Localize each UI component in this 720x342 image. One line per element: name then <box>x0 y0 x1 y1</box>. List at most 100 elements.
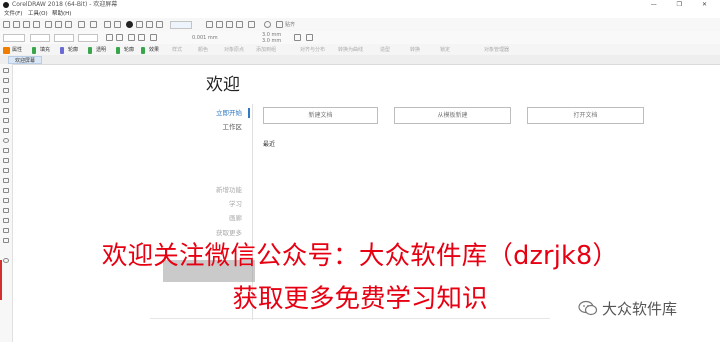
landscape-icon[interactable] <box>116 34 123 41</box>
cut-icon[interactable] <box>45 21 52 28</box>
rectangle-tool-icon[interactable] <box>3 128 9 133</box>
fullscreen-icon[interactable] <box>136 21 143 28</box>
nav-whats-new[interactable]: 新增功能 <box>172 186 242 194</box>
print-icon[interactable] <box>33 21 40 28</box>
active-indicator <box>248 108 250 118</box>
text-tool-icon[interactable] <box>3 158 9 163</box>
tb3-item-5[interactable]: 效果 <box>149 47 159 54</box>
portrait-icon[interactable] <box>106 34 113 41</box>
crop-tool-icon[interactable] <box>3 88 9 93</box>
new-icon[interactable] <box>3 21 10 28</box>
table-icon[interactable] <box>248 21 255 28</box>
polygon-tool-icon[interactable] <box>3 148 9 153</box>
tb3-grey-1: 颜色 <box>198 47 209 53</box>
export-icon[interactable] <box>114 21 121 28</box>
launch-icon[interactable] <box>276 21 283 28</box>
page-frame-icon[interactable] <box>294 34 301 41</box>
menu-file[interactable]: 文件(F) <box>4 10 22 18</box>
recent-heading: 最近 <box>263 141 276 148</box>
outline2-icon[interactable] <box>116 47 120 54</box>
zoom-dropdown-icon[interactable] <box>195 21 202 28</box>
snap-label[interactable]: 贴齐 <box>285 22 295 29</box>
ellipse-tool-icon[interactable] <box>3 138 9 143</box>
save-icon[interactable] <box>23 21 30 28</box>
gear-icon[interactable] <box>264 21 271 28</box>
all-pages-icon[interactable] <box>128 34 135 41</box>
zoom-level-field[interactable] <box>170 21 192 29</box>
nudge-value[interactable]: 0.001 mm <box>192 35 218 42</box>
transparency-icon[interactable] <box>88 47 92 54</box>
nav-workspace[interactable]: 工作区 <box>172 123 243 131</box>
y-field[interactable] <box>54 34 74 42</box>
tb3-item-2[interactable]: 轮廓 <box>68 47 78 54</box>
properties-icon[interactable] <box>3 47 10 54</box>
effects-icon[interactable] <box>141 47 145 54</box>
smart-fill-icon[interactable] <box>3 228 9 233</box>
paper-size-dropdown[interactable] <box>3 34 25 42</box>
tb3-grey-4: 对齐与分布 <box>300 47 326 53</box>
wechat-icon <box>578 300 598 316</box>
nav-get-started[interactable]: 立即开始 <box>172 109 242 117</box>
undo-icon[interactable] <box>78 21 85 28</box>
dynamic-guides-icon[interactable] <box>226 21 233 28</box>
shape-tool-icon[interactable] <box>3 78 9 83</box>
tab-welcome-screen[interactable]: 欢迎屏幕 <box>8 56 43 64</box>
tb3-grey-9: 对象管理器 <box>484 47 510 53</box>
import-icon[interactable] <box>104 21 111 28</box>
paste-icon[interactable] <box>65 21 72 28</box>
snap-icon[interactable] <box>216 21 223 28</box>
window-controls[interactable]: — ❐ ✕ <box>651 0 716 10</box>
open-icon[interactable] <box>13 21 20 28</box>
tb3-grey-8: 锁定 <box>440 47 451 53</box>
document-tab-bar: 欢迎屏幕 <box>0 55 720 65</box>
tb3-grey-2: 对象原点 <box>224 47 245 53</box>
rulers-icon[interactable] <box>156 21 163 28</box>
fill-icon[interactable] <box>32 47 36 54</box>
new-from-template-button[interactable]: 从模板新建 <box>394 107 511 124</box>
tb3-grey-3: 添加到组 <box>256 47 277 53</box>
nav-learning[interactable]: 学习 <box>172 200 242 208</box>
tb3-item-4[interactable]: 轮廓 <box>124 47 134 54</box>
x-field[interactable] <box>30 34 50 42</box>
tb3-item-3[interactable]: 透明 <box>96 47 106 54</box>
treat-as-filled-icon[interactable] <box>306 34 313 41</box>
grid-icon[interactable] <box>206 21 213 28</box>
tb3-grey-7: 转换 <box>410 47 421 53</box>
alignment-guides-icon[interactable] <box>236 21 243 28</box>
tb3-item-1[interactable]: 填充 <box>40 47 50 54</box>
nav-get-more[interactable]: 获取更多 <box>172 229 242 237</box>
freehand-tool-icon[interactable] <box>3 108 9 113</box>
menu-help[interactable]: 帮助(H) <box>52 10 71 18</box>
width-field[interactable] <box>78 34 98 42</box>
menu-tools[interactable]: 工具(O) <box>28 10 48 18</box>
redo-icon[interactable] <box>90 21 97 28</box>
tb3-grey-6: 造型 <box>380 47 391 53</box>
tb3-item-0[interactable]: 属性 <box>12 47 22 54</box>
page-title: 欢迎 <box>206 75 240 95</box>
copy-icon[interactable] <box>55 21 62 28</box>
tb3-grey-0: 样式 <box>172 47 183 53</box>
nav-gallery[interactable]: 画廊 <box>172 214 242 222</box>
new-document-button[interactable]: 新建文档 <box>263 107 378 124</box>
outline-icon[interactable] <box>60 47 64 54</box>
app-logo-icon <box>3 2 9 8</box>
corel-connect-icon[interactable] <box>126 21 133 28</box>
parallel-dimension-icon[interactable] <box>3 168 9 173</box>
interactive-fill-icon[interactable] <box>3 218 9 223</box>
units-icon[interactable] <box>150 34 157 41</box>
eyedropper-icon[interactable] <box>3 208 9 213</box>
window-title: CorelDRAW 2018 (64-Bit) - 欢迎屏幕 <box>12 1 118 8</box>
zoom-tool-icon[interactable] <box>3 98 9 103</box>
watermark-text: 大众软件库 <box>602 300 678 318</box>
promo-line-1: 欢迎关注微信公众号：大众软件库（dzrjk8） <box>101 241 619 271</box>
menu-bar: 文件(F) 工具(O) 帮助(H) <box>0 10 720 18</box>
connector-tool-icon[interactable] <box>3 178 9 183</box>
wireframe-icon[interactable] <box>146 21 153 28</box>
current-page-icon[interactable] <box>138 34 145 41</box>
artistic-media-icon[interactable] <box>3 118 9 123</box>
open-document-button[interactable]: 打开文档 <box>527 107 644 124</box>
tb3-grey-5: 转换为曲线 <box>338 47 364 53</box>
transparency-tool-icon[interactable] <box>3 198 9 203</box>
pick-tool-icon[interactable] <box>3 68 9 73</box>
drop-shadow-icon[interactable] <box>3 188 9 193</box>
